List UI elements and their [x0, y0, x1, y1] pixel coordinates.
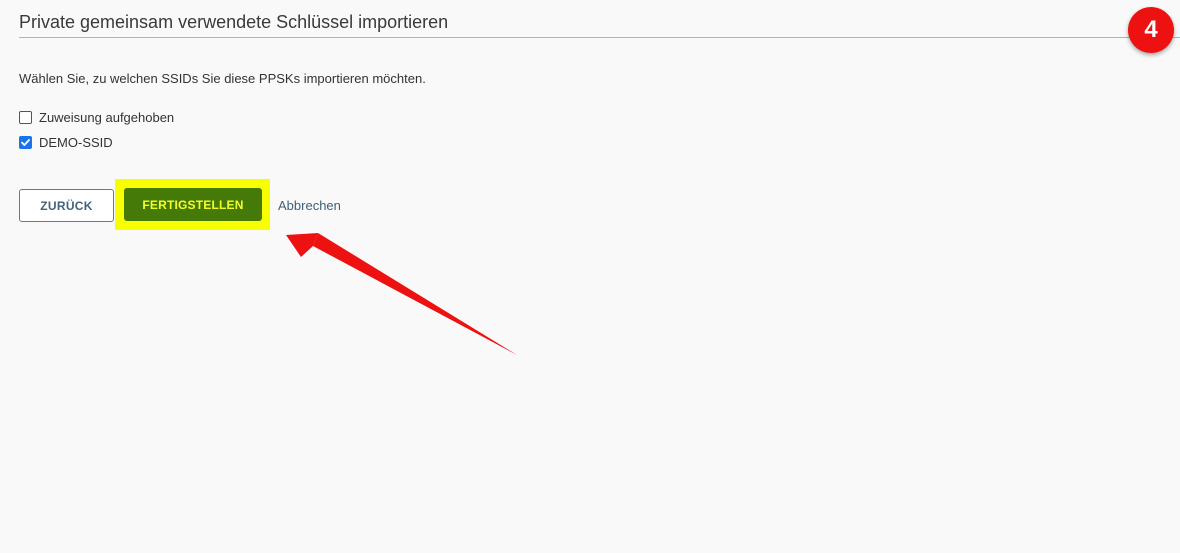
option-label: DEMO-SSID [39, 135, 113, 150]
finish-button[interactable]: FERTIGSTELLEN [124, 188, 262, 221]
unchecked-checkbox[interactable] [19, 111, 32, 124]
option-label: Zuweisung aufgehoben [39, 110, 175, 125]
page-title: Private gemeinsam verwendete Schlüssel i… [19, 12, 449, 32]
step-number-badge: 4 [1128, 7, 1174, 53]
option-demo-ssid[interactable]: DEMO-SSID [19, 135, 113, 150]
checked-checkbox[interactable] [19, 136, 32, 149]
cancel-link[interactable]: Abbrechen [278, 198, 341, 213]
page-header: Private gemeinsam verwendete Schlüssel i… [19, 10, 1180, 38]
back-button[interactable]: ZURÜCK [19, 189, 114, 222]
instruction-text: Wählen Sie, zu welchen SSIDs Sie diese P… [19, 71, 426, 86]
option-zuweisung-aufgehoben[interactable]: Zuweisung aufgehoben [19, 110, 174, 125]
checkmark-icon [21, 139, 30, 146]
